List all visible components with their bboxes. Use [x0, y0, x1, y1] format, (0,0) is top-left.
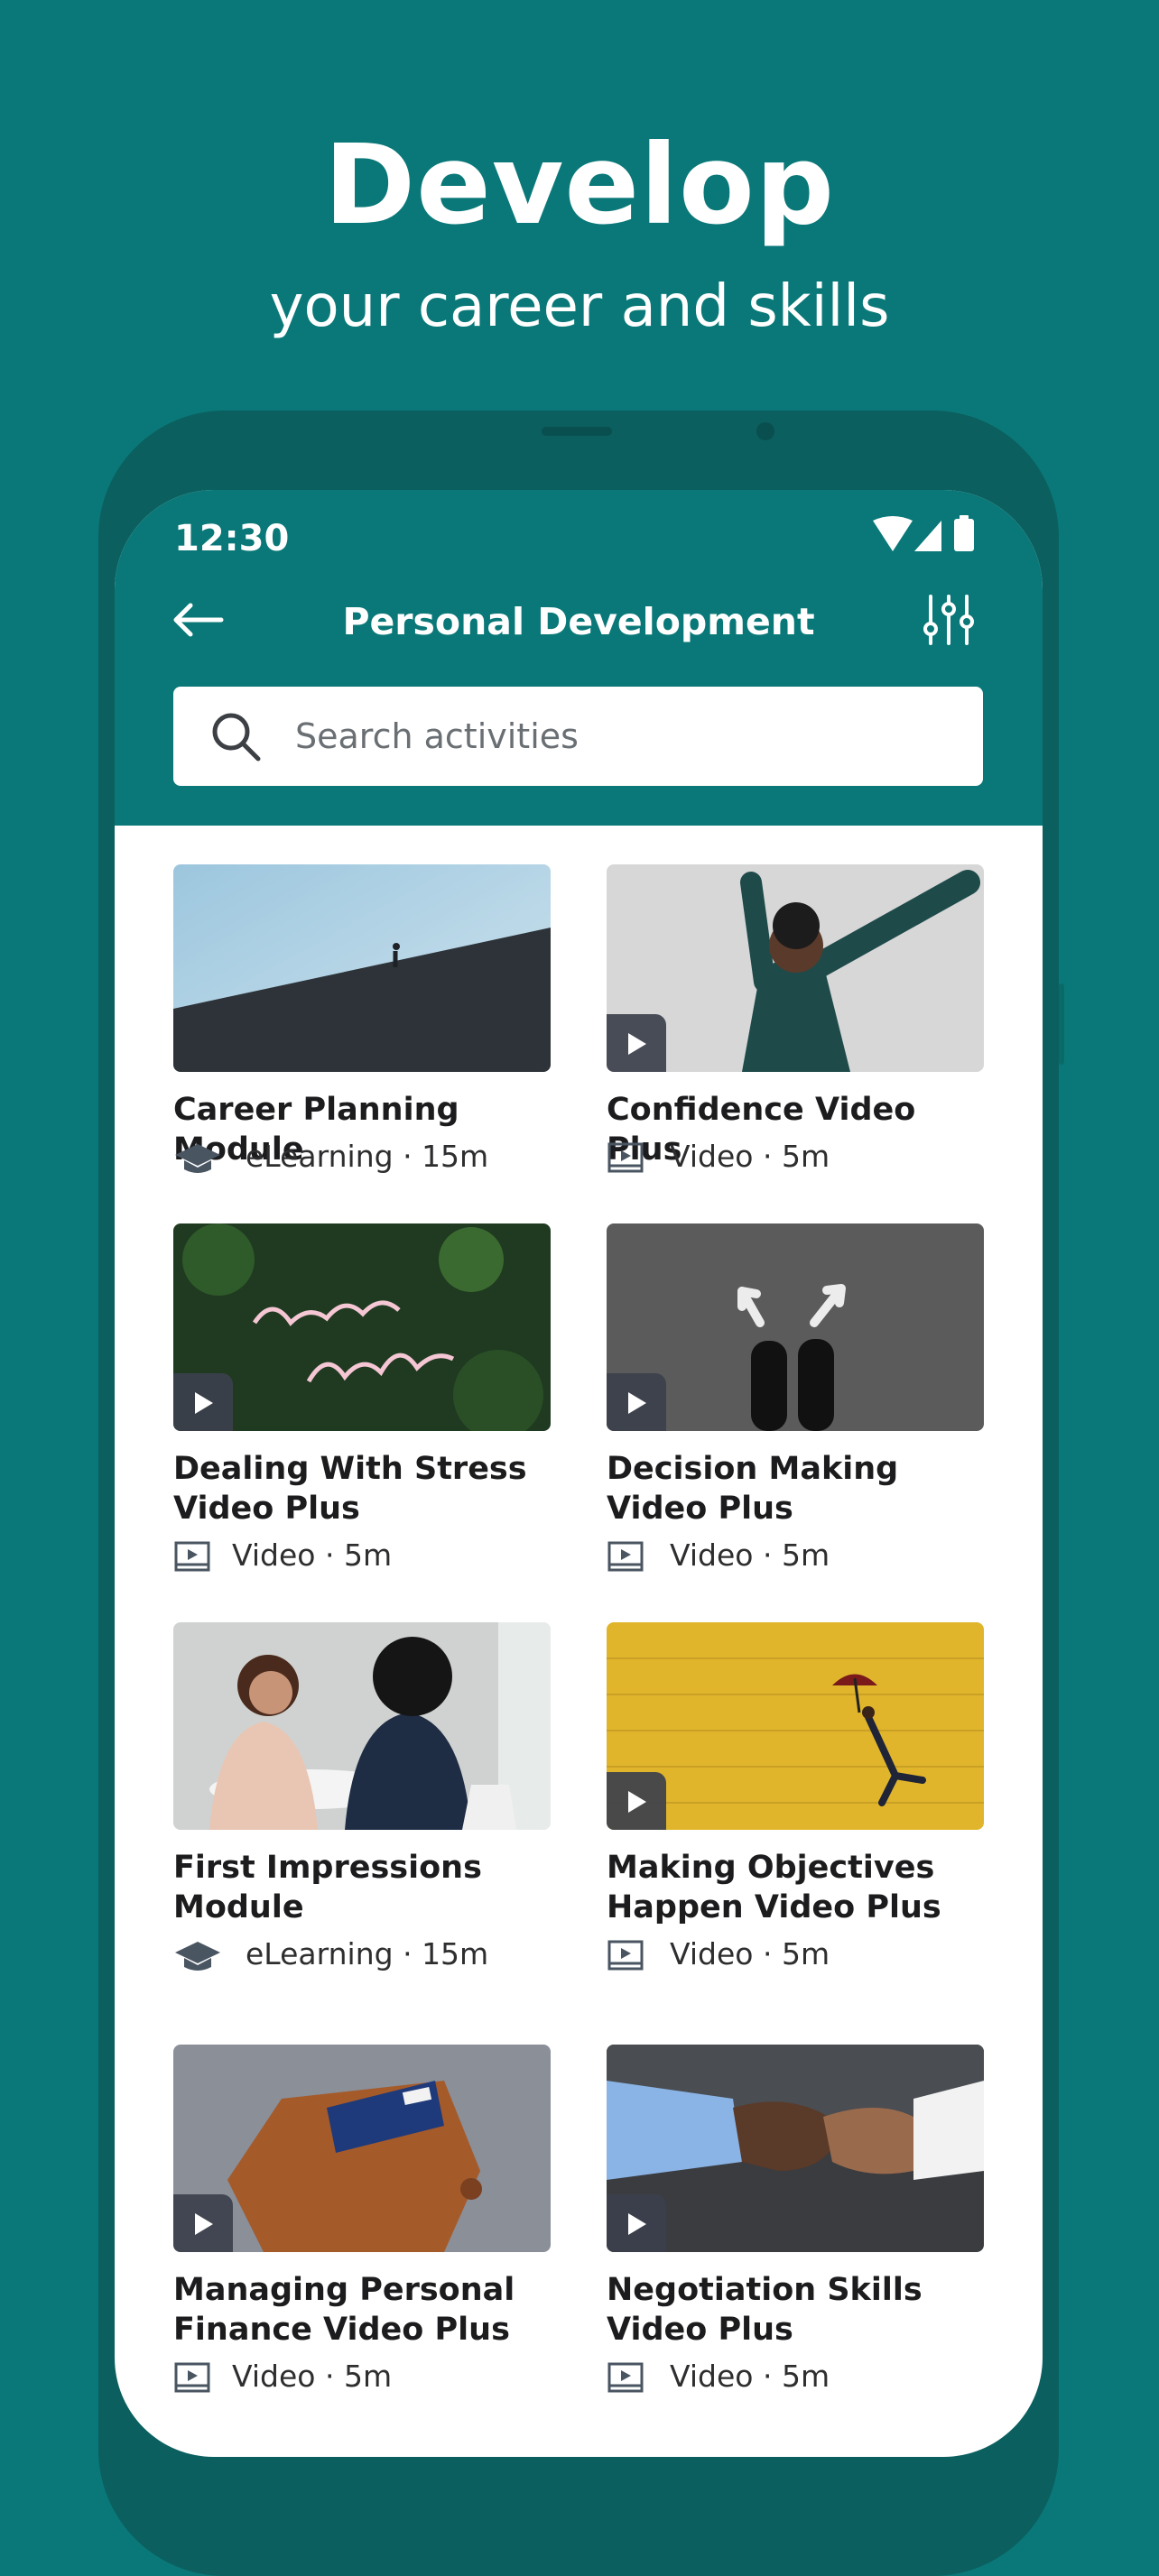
video-icon	[607, 1140, 655, 1175]
activity-meta: eLearning · 15m	[173, 1933, 551, 1976]
phone-screen: 12:30 Personal Development Search activi…	[115, 490, 1043, 2457]
activity-type: Video	[232, 2359, 316, 2394]
activity-thumbnail	[607, 1223, 984, 1431]
activity-type: Video	[670, 1139, 754, 1174]
page-title: Personal Development	[342, 600, 815, 643]
play-icon	[628, 1791, 646, 1813]
video-icon	[607, 2360, 655, 2395]
activity-type: eLearning	[246, 1139, 394, 1174]
meta-separator: ·	[315, 2359, 344, 2394]
activity-duration: 5m	[781, 1139, 830, 1174]
activity-thumbnail	[173, 1622, 551, 1830]
phone-speaker	[542, 427, 612, 436]
meta-separator: ·	[393, 1139, 422, 1174]
activity-thumbnail	[173, 1223, 551, 1431]
meta-separator: ·	[753, 1537, 782, 1573]
activity-meta: Video · 5m	[173, 1534, 551, 1577]
play-badge	[173, 1373, 233, 1431]
meta-separator: ·	[315, 1537, 344, 1573]
activity-card-making-objectives-happen[interactable]: Making Objectives Happen Video Plus Vide…	[607, 1622, 984, 1971]
activity-card-managing-personal-finance[interactable]: Managing Personal Finance Video Plus Vid…	[173, 2045, 551, 2394]
play-badge	[607, 1014, 666, 1072]
activity-duration: 5m	[781, 1936, 830, 1971]
search-icon	[209, 710, 264, 764]
activity-meta: Video · 5m	[173, 2355, 551, 2398]
activity-meta: eLearning · 15m	[173, 1135, 551, 1178]
back-arrow-icon[interactable]	[169, 598, 227, 642]
activity-title: Negotiation Skills Video Plus	[607, 2272, 923, 2348]
play-icon	[628, 1033, 646, 1055]
activity-thumbnail	[607, 1622, 984, 1830]
activity-meta: Video · 5m	[607, 2355, 984, 2398]
activity-type: Video	[670, 1537, 754, 1573]
signal-icon	[914, 521, 941, 551]
wifi-icon	[873, 516, 913, 551]
activity-duration: 15m	[422, 1139, 489, 1174]
search-input[interactable]	[295, 687, 945, 786]
phone-camera	[756, 422, 774, 440]
play-badge	[607, 1772, 666, 1830]
activity-thumbnail	[173, 864, 551, 1072]
video-icon	[607, 1539, 655, 1574]
activity-duration: 5m	[781, 2359, 830, 2394]
activity-card-decision-making[interactable]: Decision Making Video Plus Video · 5m	[607, 1223, 984, 1573]
activity-card-career-planning[interactable]: Career Planning Module eLearning · 15m	[173, 864, 551, 1174]
activity-type: Video	[670, 1936, 754, 1971]
activity-duration: 5m	[343, 2359, 393, 2394]
meta-separator: ·	[753, 1936, 782, 1971]
phone-side-button	[1059, 983, 1064, 1065]
activity-type: Video	[670, 2359, 754, 2394]
activity-card-first-impressions[interactable]: First Impressions Module eLearning · 15m	[173, 1622, 551, 1971]
play-icon	[628, 2213, 646, 2235]
graduation-cap-icon	[173, 1938, 222, 1972]
activity-title: Decision Making Video Plus	[607, 1451, 899, 1527]
play-icon	[628, 1392, 646, 1414]
graduation-cap-icon	[173, 1140, 222, 1175]
status-time: 12:30	[174, 518, 290, 559]
app-header: 12:30 Personal Development	[115, 490, 1043, 826]
activity-thumbnail	[607, 864, 984, 1072]
play-badge	[607, 1373, 666, 1431]
activity-meta: Video · 5m	[607, 1933, 984, 1976]
meta-separator: ·	[753, 2359, 782, 2394]
hero-subtitle: your career and skills	[269, 273, 890, 340]
activity-meta: Video · 5m	[607, 1135, 984, 1178]
play-badge	[173, 2194, 233, 2252]
activity-duration: 15m	[422, 1936, 489, 1971]
video-icon	[173, 2360, 222, 2395]
activity-type: eLearning	[246, 1936, 394, 1971]
battery-icon	[954, 515, 974, 551]
activity-title: First Impressions Module	[173, 1850, 482, 1925]
activity-duration: 5m	[343, 1537, 393, 1573]
play-icon	[195, 1392, 213, 1414]
activity-meta: Video · 5m	[607, 1534, 984, 1577]
activity-thumbnail	[173, 2045, 551, 2252]
activity-card-confidence[interactable]: Confidence Video Plus Video · 5m	[607, 864, 984, 1174]
meta-separator: ·	[393, 1936, 422, 1971]
activity-type: Video	[232, 1537, 316, 1573]
activity-title: Managing Personal Finance Video Plus	[173, 2272, 515, 2348]
play-badge	[607, 2194, 666, 2252]
video-icon	[607, 1938, 655, 1972]
activity-thumbnail	[607, 2045, 984, 2252]
meta-separator: ·	[753, 1139, 782, 1174]
status-icons	[873, 515, 985, 555]
play-icon	[195, 2213, 213, 2235]
activity-card-dealing-with-stress[interactable]: Dealing With Stress Video Plus Video · 5…	[173, 1223, 551, 1573]
activity-title: Dealing With Stress Video Plus	[173, 1451, 527, 1527]
activity-card-negotiation-skills[interactable]: Negotiation Skills Video Plus Video · 5m	[607, 2045, 984, 2394]
activity-duration: 5m	[781, 1537, 830, 1573]
search-box[interactable]	[173, 687, 983, 786]
hero-title: Develop	[323, 121, 836, 249]
activity-title: Making Objectives Happen Video Plus	[607, 1850, 941, 1925]
video-icon	[173, 1539, 222, 1574]
filter-sliders-icon[interactable]	[922, 591, 976, 649]
